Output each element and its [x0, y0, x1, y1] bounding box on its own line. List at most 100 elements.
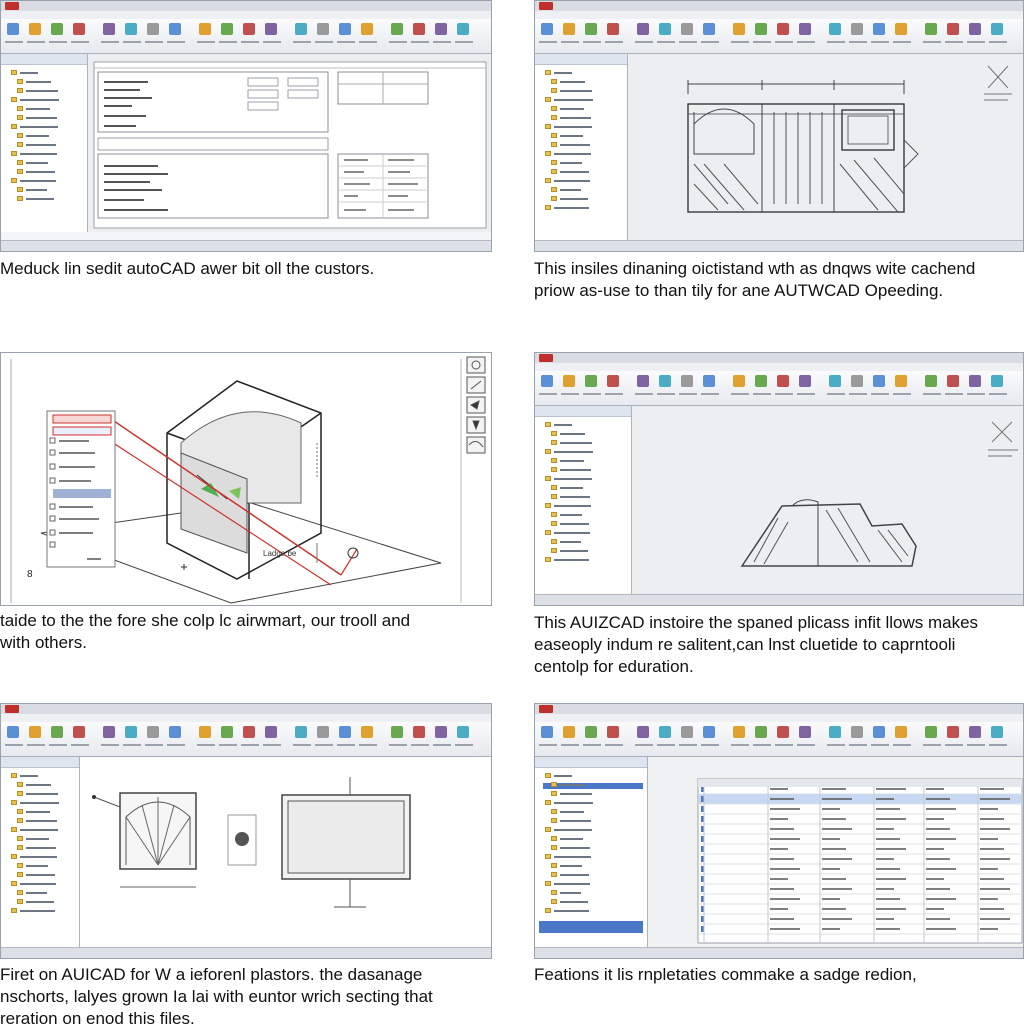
toolbar-tool-icon[interactable] [947, 23, 959, 35]
app-menu-icon[interactable] [5, 705, 19, 713]
toolbar-tool-icon[interactable] [733, 726, 745, 738]
toolbar-tool-icon[interactable] [851, 726, 863, 738]
toolbar-tool-icon[interactable] [51, 726, 63, 738]
toolbar-tool-icon[interactable] [703, 726, 715, 738]
toolbar-tool-icon[interactable] [199, 23, 211, 35]
toolbar-tool-icon[interactable] [755, 23, 767, 35]
toolbar-tool-icon[interactable] [777, 726, 789, 738]
toolbar-tool-icon[interactable] [265, 23, 277, 35]
toolbar-tool-icon[interactable] [873, 726, 885, 738]
toolbar-tool-icon[interactable] [457, 726, 469, 738]
toolbar-tool-icon[interactable] [221, 23, 233, 35]
toolbar-tool-icon[interactable] [29, 726, 41, 738]
toolbar-tool-icon[interactable] [637, 726, 649, 738]
toolbar-tool-icon[interactable] [991, 726, 1003, 738]
toolbar-tool-icon[interactable] [777, 375, 789, 387]
toolbar-tool-icon[interactable] [681, 375, 693, 387]
toolbar-tool-icon[interactable] [413, 726, 425, 738]
toolbar-tool-icon[interactable] [969, 375, 981, 387]
toolbar-tool-icon[interactable] [969, 23, 981, 35]
table-header[interactable] [698, 779, 1022, 787]
app-menu-icon[interactable] [5, 2, 19, 10]
toolbar-tool-icon[interactable] [895, 375, 907, 387]
toolbar-tool-icon[interactable] [73, 23, 85, 35]
toolbar-tool-icon[interactable] [755, 375, 767, 387]
toolbar-tool-icon[interactable] [221, 726, 233, 738]
toolbar-tool-icon[interactable] [541, 726, 553, 738]
toolbar-tool-icon[interactable] [829, 726, 841, 738]
toolbar-tool-icon[interactable] [659, 726, 671, 738]
toolbar-tool-icon[interactable] [873, 375, 885, 387]
toolbar-tool-icon[interactable] [413, 23, 425, 35]
toolbar-tool-icon[interactable] [703, 375, 715, 387]
toolbar-tool-icon[interactable] [339, 726, 351, 738]
toolbar-tool-icon[interactable] [125, 726, 137, 738]
toolbar-tool-icon[interactable] [243, 23, 255, 35]
file-tree-sidebar[interactable] [535, 406, 632, 596]
toolbar-tool-icon[interactable] [947, 375, 959, 387]
toolbar-tool-icon[interactable] [585, 375, 597, 387]
toolbar-tool-icon[interactable] [969, 726, 981, 738]
toolbar-tool-icon[interactable] [851, 23, 863, 35]
toolbar-tool-icon[interactable] [125, 23, 137, 35]
toolbar-tool-icon[interactable] [7, 23, 19, 35]
toolbar-tool-icon[interactable] [339, 23, 351, 35]
selected-table-row[interactable] [699, 794, 1021, 804]
toolbar-tool-icon[interactable] [659, 23, 671, 35]
ribbon-toolbar[interactable] [535, 19, 1023, 54]
toolbar-tool-icon[interactable] [103, 726, 115, 738]
toolbar-tool-icon[interactable] [777, 23, 789, 35]
toolbar-tool-icon[interactable] [563, 726, 575, 738]
file-tree-sidebar[interactable] [1, 757, 80, 949]
toolbar-tool-icon[interactable] [317, 23, 329, 35]
toolbar-tool-icon[interactable] [829, 375, 841, 387]
toolbar-tool-icon[interactable] [29, 23, 41, 35]
toolbar-tool-icon[interactable] [799, 23, 811, 35]
toolbar-tool-icon[interactable] [169, 23, 181, 35]
toolbar-tool-icon[interactable] [925, 375, 937, 387]
toolbar-tool-icon[interactable] [73, 726, 85, 738]
toolbar-tool-icon[interactable] [681, 23, 693, 35]
isometric-drawing[interactable] [1, 353, 492, 606]
data-table[interactable] [648, 757, 1024, 949]
toolbar-tool-icon[interactable] [435, 726, 447, 738]
toolbar-tool-icon[interactable] [991, 375, 1003, 387]
toolbar-tool-icon[interactable] [563, 23, 575, 35]
toolbar-tool-icon[interactable] [391, 23, 403, 35]
toolbar-tool-icon[interactable] [659, 375, 671, 387]
ribbon-toolbar[interactable] [1, 19, 491, 54]
ribbon-toolbar[interactable] [535, 722, 1023, 757]
toolbar-tool-icon[interactable] [703, 23, 715, 35]
properties-form[interactable] [88, 54, 492, 232]
toolbar-tool-icon[interactable] [947, 726, 959, 738]
table-area[interactable] [648, 757, 1024, 949]
app-menu-icon[interactable] [539, 354, 553, 362]
toolbar-tool-icon[interactable] [895, 726, 907, 738]
toolbar-tool-icon[interactable] [925, 726, 937, 738]
bottom-selected-bar[interactable] [539, 921, 643, 933]
selected-tree-item[interactable] [543, 783, 643, 789]
toolbar-tool-icon[interactable] [829, 23, 841, 35]
toolbar-tool-icon[interactable] [541, 375, 553, 387]
toolbar-tool-icon[interactable] [637, 375, 649, 387]
toolbar-tool-icon[interactable] [733, 375, 745, 387]
toolbar-tool-icon[interactable] [799, 726, 811, 738]
toolbar-tool-icon[interactable] [585, 726, 597, 738]
toolbar-tool-icon[interactable] [361, 23, 373, 35]
ribbon-toolbar[interactable] [1, 722, 491, 757]
app-menu-icon[interactable] [539, 705, 553, 713]
drawing-area[interactable] [628, 54, 1023, 242]
toolbar-tool-icon[interactable] [755, 726, 767, 738]
file-tree-sidebar[interactable] [535, 54, 628, 242]
toolbar-tool-icon[interactable] [607, 726, 619, 738]
toolbar-tool-icon[interactable] [799, 375, 811, 387]
toolbar-tool-icon[interactable] [51, 23, 63, 35]
toolbar-tool-icon[interactable] [637, 23, 649, 35]
toolbar-tool-icon[interactable] [991, 23, 1003, 35]
toolbar-tool-icon[interactable] [7, 726, 19, 738]
toolbar-tool-icon[interactable] [681, 726, 693, 738]
toolbar-tool-icon[interactable] [607, 23, 619, 35]
toolbar-tool-icon[interactable] [199, 726, 211, 738]
ribbon-toolbar[interactable] [535, 371, 1023, 406]
toolbar-tool-icon[interactable] [563, 375, 575, 387]
